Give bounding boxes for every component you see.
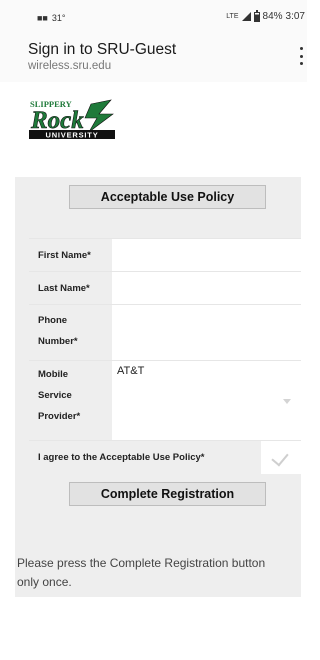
battery-percent: 84% — [262, 11, 283, 22]
status-right: LTE 84% 3:07 — [226, 9, 305, 22]
page-url: wireless.sru.edu — [28, 60, 112, 72]
status-left: ■■ 31° — [37, 13, 66, 23]
first-name-input[interactable] — [112, 239, 301, 271]
first-name-row: First Name* — [29, 238, 301, 271]
last-name-label: Last Name* — [38, 283, 90, 294]
registration-panel: Acceptable Use Policy First Name* Last N… — [15, 177, 301, 597]
chevron-down-icon — [283, 399, 291, 404]
agree-checkbox[interactable] — [261, 440, 301, 474]
registration-note: Please press the Complete Registration b… — [17, 556, 266, 589]
phone-number-label: Phone Number* — [38, 315, 78, 347]
acceptable-use-policy-button[interactable]: Acceptable Use Policy — [69, 185, 266, 209]
signal-icon — [241, 12, 251, 21]
complete-registration-button[interactable]: Complete Registration — [69, 482, 266, 506]
battery-icon — [253, 9, 260, 22]
status-bar: ■■ 31° LTE 84% 3:07 — [0, 0, 307, 36]
phone-number-input[interactable] — [112, 305, 301, 360]
agree-label: I agree to the Acceptable Use Policy* — [38, 451, 205, 463]
first-name-label: First Name* — [38, 250, 91, 261]
slippery-rock-logo: SLIPPERY Rock UNIVERSITY — [29, 99, 115, 140]
mobile-provider-label: Mobile Service Provider* — [38, 369, 81, 422]
kebab-menu-icon[interactable] — [295, 45, 307, 67]
mobile-provider-value: AT&T — [117, 365, 145, 377]
weather-temp: 31° — [51, 13, 66, 23]
agree-row: I agree to the Acceptable Use Policy* — [29, 440, 301, 474]
svg-text:UNIVERSITY: UNIVERSITY — [45, 131, 98, 140]
last-name-input[interactable] — [112, 272, 301, 304]
last-name-row: Last Name* — [29, 271, 301, 304]
browser-header: Sign in to SRU-Guest wireless.sru.edu — [0, 36, 307, 82]
checkmark-icon — [271, 448, 289, 466]
notification-icon: ■■ — [37, 13, 48, 23]
clock: 3:07 — [285, 11, 305, 22]
phone-number-row: Phone Number* — [29, 304, 301, 360]
network-type: LTE — [226, 13, 239, 20]
mobile-provider-select[interactable]: AT&T — [112, 361, 301, 440]
page-title: Sign in to SRU-Guest — [28, 41, 177, 58]
mobile-provider-row: Mobile Service Provider* AT&T — [29, 360, 301, 440]
